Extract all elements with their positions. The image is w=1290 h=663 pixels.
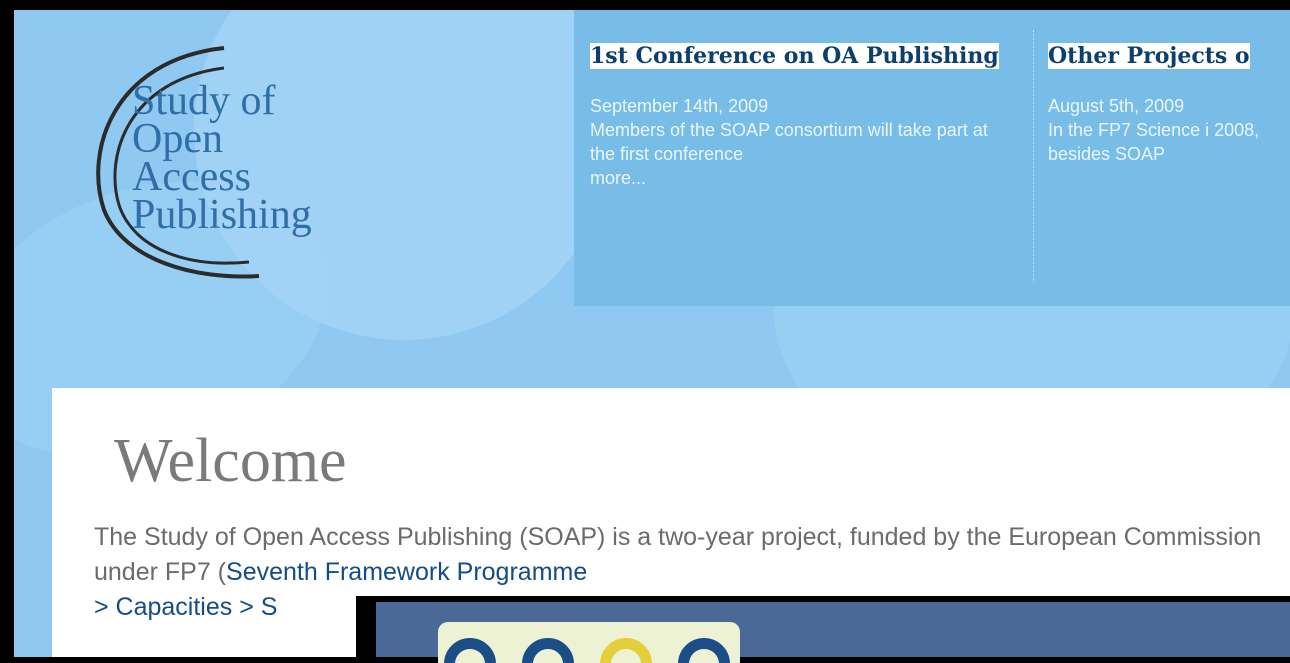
overlay-header: [376, 602, 1290, 663]
news-item: 1st Conference on OA Publishing Septembe…: [590, 38, 1002, 190]
logo-letter-shape: [444, 638, 496, 663]
news-date: September 14th, 2009: [590, 96, 769, 116]
capacities-link[interactable]: > Capacities > S: [94, 593, 277, 621]
soap-logo[interactable]: Study of Open Access Publishing: [74, 30, 334, 300]
news-summary: Members of the SOAP consortium will take…: [590, 120, 988, 164]
news-title-link[interactable]: Other Projects o: [1048, 43, 1250, 69]
news-date: August 5th, 2009: [1048, 96, 1185, 116]
news-divider: [1033, 30, 1034, 282]
news-item: Other Projects o August 5th, 2009 In the…: [1048, 38, 1290, 166]
page-header: Study of Open Access Publishing 1st Conf…: [14, 10, 1290, 657]
news-more-link[interactable]: more...: [590, 166, 1002, 190]
fp7-link[interactable]: Seventh Framework Programme: [226, 558, 587, 586]
news-summary: In the FP7 Science i 2008, besides SOAP: [1048, 120, 1260, 164]
logo-letter-shape: [522, 638, 574, 663]
overlay-window[interactable]: [356, 596, 1290, 663]
logo-letter-shape: [678, 638, 730, 663]
page-title: Welcome: [114, 427, 347, 495]
logo-text: Publishing: [132, 192, 312, 238]
news-title-link[interactable]: 1st Conference on OA Publishing: [590, 43, 999, 69]
logo-letter-shape: [600, 638, 652, 663]
news-panel: 1st Conference on OA Publishing Septembe…: [574, 10, 1290, 306]
